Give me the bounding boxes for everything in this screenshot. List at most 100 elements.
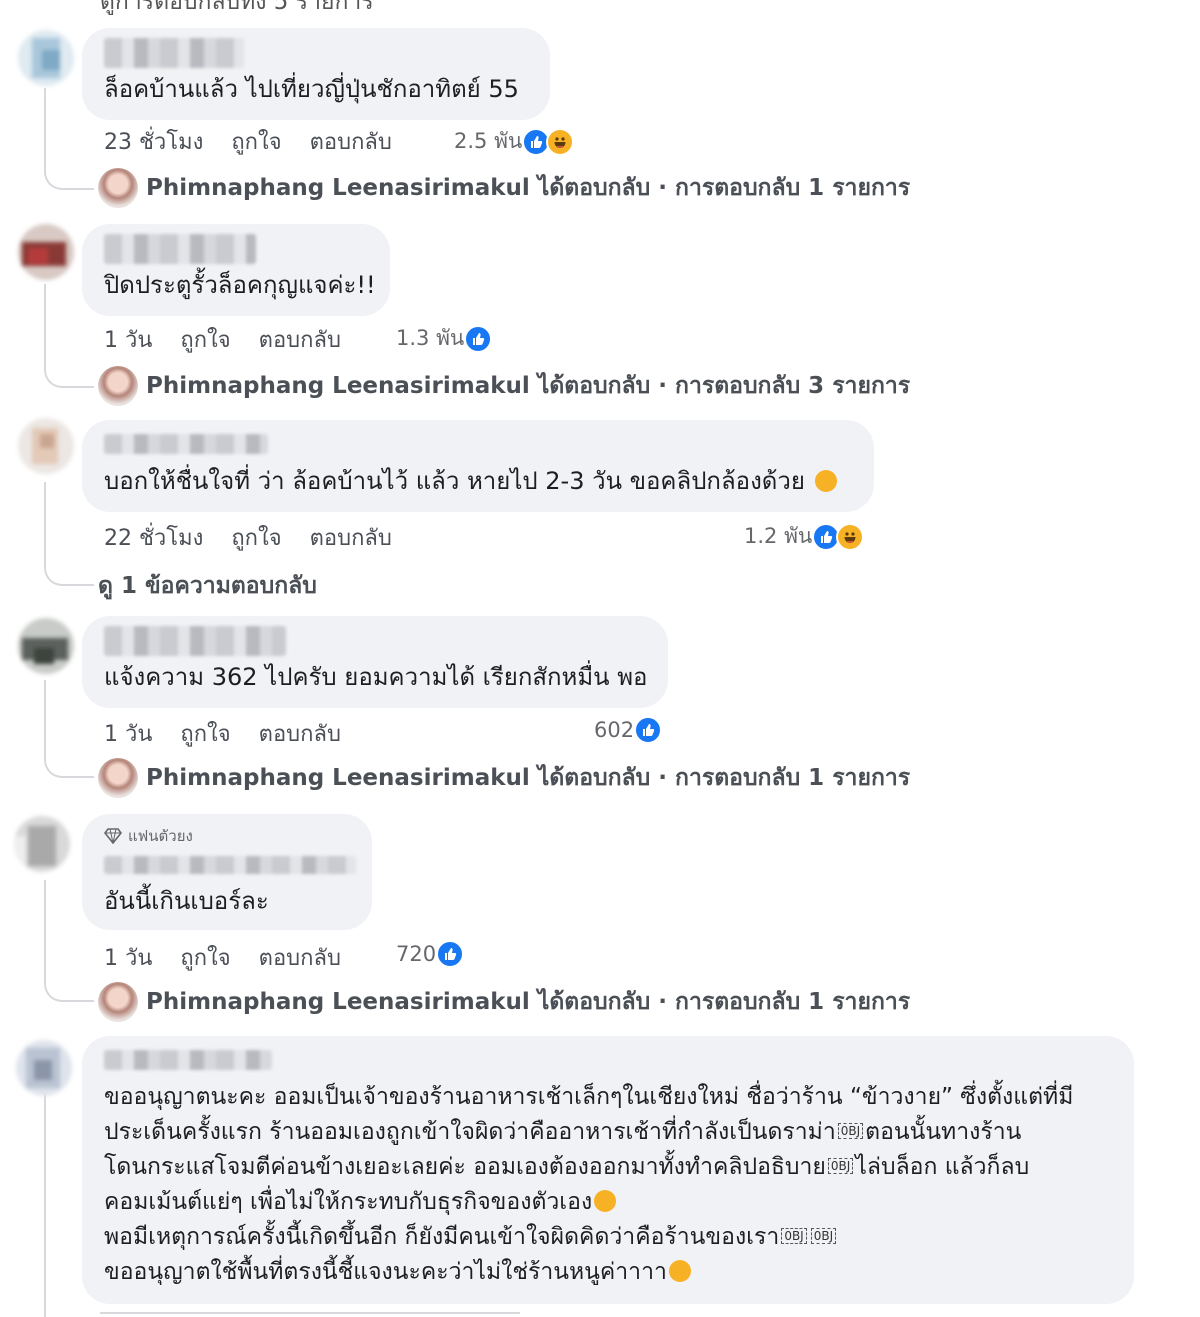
reply-count: การตอบกลับ 1 รายการ	[675, 765, 911, 791]
author-name-blurred[interactable]	[104, 1050, 272, 1070]
comment-time[interactable]: 22 ชั่วโมง	[104, 520, 203, 555]
haha-emoji-icon	[814, 470, 837, 492]
replier-name: Phimnaphang Leenasirimakul	[146, 989, 530, 1015]
author-name-blurred[interactable]	[104, 234, 256, 264]
comment-line-part: ประเด็นครั้งแรก ร้านออมเองถูกเข้าใจผิดว่…	[104, 1119, 836, 1145]
reaction-count: 1.2 พัน	[744, 524, 813, 548]
avatar[interactable]	[18, 618, 74, 674]
reply-button[interactable]: ตอบกลับ	[259, 940, 341, 975]
comment-time[interactable]: 23 ชั่วโมง	[104, 124, 203, 159]
comment-meta: 1 วัน ถูกใจ ตอบกลับ	[104, 940, 341, 975]
author-name-blurred[interactable]	[104, 38, 244, 68]
replier-avatar	[98, 982, 138, 1022]
reaction-summary[interactable]: 1.3 พัน	[396, 322, 493, 355]
comment-bubble: แฟนตัวยง อันนี้เกินเบอร์ละ	[82, 814, 372, 930]
comment-meta: 22 ชั่วโมง ถูกใจ ตอบกลับ	[104, 520, 392, 555]
like-button[interactable]: ถูกใจ	[180, 940, 230, 975]
author-name-blurred[interactable]	[104, 434, 268, 454]
separator-dot: ·	[658, 373, 668, 399]
comment-bubble: บอกให้ชื่นใจที่ ว่า ล้อคบ้านไว้ แล้ว หาย…	[82, 420, 874, 512]
author-name-blurred[interactable]	[104, 626, 286, 656]
reply-count: การตอบกลับ 1 รายการ	[675, 175, 911, 201]
separator-dot: ·	[658, 765, 668, 791]
comment-meta: 1 วัน ถูกใจ ตอบกลับ	[104, 322, 341, 357]
comment-time[interactable]: 1 วัน	[104, 716, 152, 751]
missing-glyph-icon: 0BJ	[781, 1228, 807, 1244]
reply-button[interactable]: ตอบกลับ	[310, 520, 392, 555]
reaction-summary[interactable]: 1.2 พัน	[744, 520, 865, 553]
reply-summary[interactable]: Phimnaphang Leenasirimakul ได้ตอบกลับ · …	[98, 366, 910, 406]
comment-text: บอกให้ชื่นใจที่ ว่า ล้อคบ้านไว้ แล้ว หาย…	[104, 464, 837, 499]
like-button[interactable]: ถูกใจ	[231, 520, 281, 555]
reply-count: การตอบกลับ 3 รายการ	[675, 373, 911, 399]
reply-button[interactable]: ตอบกลับ	[259, 716, 341, 751]
crying-emoji-icon	[668, 1260, 691, 1282]
separator-dot: ·	[658, 175, 668, 201]
comment-line: โดนกระแสโจมตีค่อนข้างเยอะเลยค่ะ ออมเองต้…	[104, 1150, 1073, 1185]
author-name-blurred[interactable]	[104, 856, 356, 874]
thread-line	[44, 880, 46, 980]
thread-connector	[44, 164, 94, 190]
like-button[interactable]: ถูกใจ	[180, 322, 230, 357]
comment-meta: 1 วัน ถูกใจ ตอบกลับ	[104, 716, 341, 751]
comment-bubble: ปิดประตูรั้วล็อคกุญแจค่ะ!!	[82, 224, 390, 316]
comment-text: ล็อคบ้านแล้ว ไปเที่ยวญี่ปุ่นชักอาทิตย์ 5…	[104, 75, 519, 103]
comment-bubble: แจ้งความ 362 ไปครับ ยอมความได้ เรียกสักห…	[82, 616, 668, 708]
comment-line-part: ไล่บล็อก แล้วก็ลบ	[855, 1154, 1030, 1180]
comment-line-part: โดนกระแสโจมตีค่อนข้างเยอะเลยค่ะ ออมเองต้…	[104, 1154, 826, 1180]
like-button[interactable]: ถูกใจ	[231, 124, 281, 159]
comment-line-part: ขออนุญาตใช้พื้นที่ตรงนี้ชี้แจงนะคะว่าไม่…	[104, 1259, 667, 1285]
reply-count: การตอบกลับ 1 รายการ	[675, 989, 911, 1015]
comment-line-part: ตอนนั้นทางร้าน	[865, 1119, 1022, 1145]
reaction-count: 720	[396, 942, 437, 966]
reaction-summary[interactable]: 720	[396, 940, 465, 968]
top-fan-badge: แฟนตัวยง	[104, 824, 193, 848]
thread-line	[44, 680, 46, 756]
reaction-count: 1.3 พัน	[396, 326, 465, 350]
reply-action: ได้ตอบกลับ	[537, 175, 651, 201]
sad-emoji-icon	[594, 1190, 617, 1212]
reply-summary[interactable]: Phimnaphang Leenasirimakul ได้ตอบกลับ · …	[98, 168, 910, 208]
avatar[interactable]	[18, 418, 74, 474]
view-more-replies-cut[interactable]: ดูการตอบกลับทั้ง 5 รายการ	[100, 0, 374, 20]
like-icon	[464, 324, 493, 353]
comment-text: อันนี้เกินเบอร์ละ	[104, 887, 269, 915]
next-comment-edge	[100, 1312, 520, 1314]
thread-line	[44, 482, 46, 564]
comment-bubble: ขออนุญาตนะคะ ออมเป็นเจ้าของร้านอาหารเช้า…	[82, 1036, 1134, 1304]
avatar[interactable]	[18, 30, 74, 86]
comment-line: ประเด็นครั้งแรก ร้านออมเองถูกเข้าใจผิดว่…	[104, 1115, 1073, 1150]
avatar[interactable]	[16, 1040, 72, 1096]
comment-line: คอมเม้นต์แย่ๆ เพื่อไม่ให้กระทบกับธุรกิจข…	[104, 1185, 1073, 1220]
reply-button[interactable]: ตอบกลับ	[259, 322, 341, 357]
avatar[interactable]	[18, 224, 74, 280]
comment-time[interactable]: 1 วัน	[104, 322, 152, 357]
comment-bubble: ล็อคบ้านแล้ว ไปเที่ยวญี่ปุ่นชักอาทิตย์ 5…	[82, 28, 550, 120]
replier-avatar	[98, 366, 138, 406]
view-replies-link[interactable]: ดู 1 ข้อความตอบกลับ	[98, 568, 317, 604]
reaction-summary[interactable]: 602	[594, 716, 663, 744]
thread-connector	[44, 362, 94, 388]
reply-summary[interactable]: Phimnaphang Leenasirimakul ได้ตอบกลับ · …	[98, 758, 910, 798]
reply-action: ได้ตอบกลับ	[537, 765, 651, 791]
comment-meta: 23 ชั่วโมง ถูกใจ ตอบกลับ	[104, 124, 392, 159]
missing-glyph-icon: 0BJ	[827, 1158, 854, 1174]
view-replies-text: ดู 1 ข้อความตอบกลับ	[98, 573, 317, 599]
replier-name: Phimnaphang Leenasirimakul	[146, 373, 530, 399]
reply-summary[interactable]: Phimnaphang Leenasirimakul ได้ตอบกลับ · …	[98, 982, 910, 1022]
reply-action: ได้ตอบกลับ	[537, 989, 651, 1015]
like-button[interactable]: ถูกใจ	[180, 716, 230, 751]
replier-avatar	[98, 758, 138, 798]
comment-text: ปิดประตูรั้วล็อคกุญแจค่ะ!!	[104, 271, 376, 299]
separator-dot: ·	[658, 989, 668, 1015]
thread-connector	[44, 560, 94, 586]
comment-text-body: บอกให้ชื่นใจที่ ว่า ล้อคบ้านไว้ แล้ว หาย…	[104, 467, 805, 495]
comment-line-part: คอมเม้นต์แย่ๆ เพื่อไม่ให้กระทบกับธุรกิจข…	[104, 1189, 593, 1215]
avatar[interactable]	[14, 816, 70, 872]
like-icon	[634, 716, 663, 744]
comment-time[interactable]: 1 วัน	[104, 940, 152, 975]
reaction-summary[interactable]: 2.5 พัน	[454, 125, 575, 158]
reaction-count: 2.5 พัน	[454, 129, 523, 153]
reply-button[interactable]: ตอบกลับ	[310, 124, 392, 159]
comment-text: ขออนุญาตนะคะ ออมเป็นเจ้าของร้านอาหารเช้า…	[104, 1080, 1073, 1290]
